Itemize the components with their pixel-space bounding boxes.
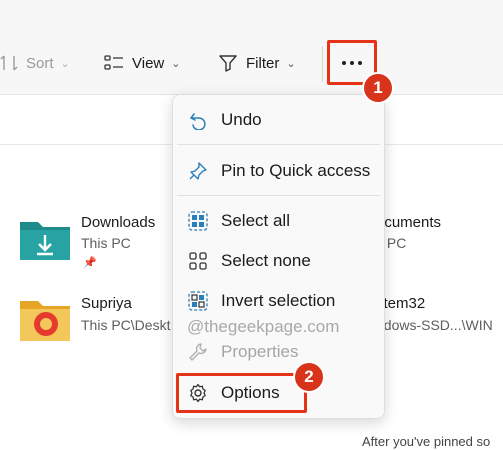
menu-separator <box>177 195 380 196</box>
menu-separator <box>177 144 380 145</box>
filter-icon <box>219 55 237 72</box>
tile-name: Downloads <box>81 214 156 231</box>
see-more-menu: Undo Pin to Quick access Select all Sele… <box>172 94 385 419</box>
quick-access-hint: After you've pinned so <box>362 434 491 449</box>
wrench-icon <box>187 341 209 363</box>
toolbar-separator <box>322 46 323 82</box>
options-highlight-box <box>176 373 307 413</box>
view-label: View <box>132 54 165 72</box>
invert-selection-icon <box>187 290 209 312</box>
sort-label: Sort <box>26 54 54 72</box>
command-bar: Sort ⌄ View ⌄ Filter ⌄ <box>0 0 503 95</box>
menu-item-invert-selection[interactable]: Invert selection <box>173 283 384 319</box>
menu-item-label: Properties <box>221 342 299 361</box>
filter-button[interactable]: Filter ⌄ <box>218 46 296 80</box>
menu-item-select-none[interactable]: Select none <box>173 243 384 279</box>
filter-label: Filter <box>246 54 280 72</box>
menu-item-select-all[interactable]: Select all <box>173 203 384 239</box>
menu-item-label: Invert selection <box>221 291 336 310</box>
folder-icon <box>20 301 70 341</box>
select-all-icon <box>187 210 209 232</box>
sort-icon <box>0 55 18 71</box>
downloads-folder-icon <box>20 222 70 260</box>
menu-item-undo[interactable]: Undo <box>173 102 384 138</box>
tile-location: ndows-SSD...\WIN <box>376 317 493 333</box>
menu-item-label: Undo <box>221 110 262 129</box>
step-badge-2: 2 <box>293 361 325 393</box>
pin-icon <box>187 160 209 182</box>
sort-button[interactable]: Sort ⌄ <box>0 46 70 80</box>
tile-name: Supriya <box>81 295 132 312</box>
view-icon <box>104 55 123 70</box>
more-horizontal-icon <box>342 60 362 65</box>
menu-item-pin-quick-access[interactable]: Pin to Quick access <box>173 153 384 189</box>
menu-item-label: Pin to Quick access <box>221 161 371 180</box>
chevron-down-icon: ⌄ <box>60 57 70 70</box>
tile-location: This PC <box>81 235 131 251</box>
watermark: @thegeekpage.com <box>187 317 340 336</box>
chevron-down-icon: ⌄ <box>286 57 296 70</box>
undo-icon <box>187 109 209 131</box>
pin-icon: 📌 <box>83 257 97 269</box>
select-none-icon <box>187 250 209 272</box>
chevron-down-icon: ⌄ <box>171 57 181 70</box>
step-badge-1: 1 <box>362 72 394 104</box>
tile-name: ocuments <box>376 214 442 231</box>
menu-item-properties: Properties <box>173 334 384 370</box>
view-button[interactable]: View ⌄ <box>104 46 180 80</box>
menu-item-label: Select none <box>221 251 311 270</box>
menu-item-label: Select all <box>221 211 290 230</box>
tile-location: This PC\Deskt <box>81 317 171 333</box>
